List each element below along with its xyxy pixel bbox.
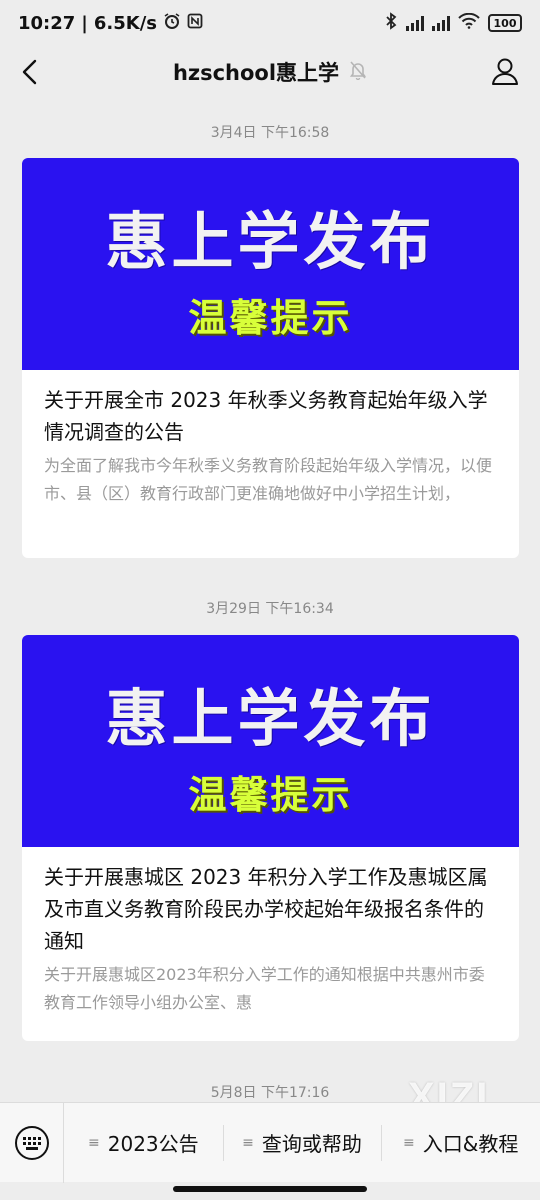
back-button[interactable] [14, 56, 46, 88]
profile-button[interactable] [490, 56, 522, 88]
menu-item-label: 入口&教程 [422, 1132, 519, 1156]
message-timestamp: 3月29日 下午16:34 [206, 601, 334, 617]
status-separator: | [81, 12, 88, 34]
network-speed: 6.5K/s [93, 12, 157, 34]
menu-item-entry-tutorial[interactable]: ≡ 入口&教程 [381, 1103, 540, 1183]
banner-main-text: 惠上学发布 [105, 207, 436, 277]
banner-main-text: 惠上学发布 [105, 684, 436, 754]
nav-title-wrap: hzschool惠上学 [173, 57, 367, 87]
user-icon [492, 58, 518, 85]
status-right: 100 [384, 11, 522, 35]
banner-sub-text: 温馨提示 [188, 774, 353, 817]
article-cover-image: 惠上学发布 温馨提示 [22, 158, 519, 370]
menu-lines-icon: ≡ [88, 1134, 100, 1151]
mute-bell-icon [349, 60, 367, 84]
menu-lines-icon: ≡ [403, 1134, 415, 1151]
menu-item-query-help[interactable]: ≡ 查询或帮助 [222, 1103, 382, 1183]
battery-icon: 100 [488, 14, 522, 32]
nfc-icon [187, 13, 203, 34]
chevron-left-icon [22, 59, 37, 85]
menu-item-label: 查询或帮助 [261, 1132, 362, 1156]
nav-bar: hzschool惠上学 [0, 46, 540, 98]
menu-item-announcement[interactable]: ≡ 2023公告 [64, 1103, 223, 1183]
banner-sub-text: 温馨提示 [188, 297, 353, 340]
menu-lines-icon: ≡ [242, 1134, 254, 1151]
article-title: 关于开展全市 2023 年秋季义务教育起始年级入学情况调查的公告 [44, 388, 488, 444]
signal-icon-2 [432, 15, 450, 31]
page-title: hzschool惠上学 [172, 61, 340, 85]
wifi-icon [458, 12, 480, 34]
article-body: 关于开展惠城区 2023 年积分入学工作及惠城区属及市直义务教育阶段民办学校起始… [22, 847, 519, 1033]
article-card[interactable]: 惠上学发布 温馨提示 关于开展惠城区 2023 年积分入学工作及惠城区属及市直义… [22, 635, 519, 1041]
article-body: 关于开展全市 2023 年秋季义务教育起始年级入学情况调查的公告 为全面了解我市… [22, 370, 519, 524]
bottom-menu: ≡ 2023公告 ≡ 查询或帮助 ≡ 入口&教程 [0, 1102, 540, 1183]
keyboard-toggle-button[interactable] [0, 1102, 64, 1183]
home-indicator[interactable] [173, 1186, 367, 1192]
status-time: 10:27 [18, 12, 76, 34]
article-title: 关于开展惠城区 2023 年积分入学工作及惠城区属及市直义务教育阶段民办学校起始… [44, 865, 488, 953]
status-left: 10:27 | 6.5K/s [18, 12, 203, 35]
status-bar: 10:27 | 6.5K/s 100 [0, 0, 540, 46]
menu-item-label: 2023公告 [107, 1132, 199, 1156]
message-timestamp: 3月4日 下午16:58 [210, 125, 330, 141]
article-cover-image: 惠上学发布 温馨提示 [22, 635, 519, 847]
signal-icon [406, 15, 424, 31]
article-digest: 为全面了解我市今年秋季义务教育阶段起始年级入学情况，以便市、县（区）教育行政部门… [44, 456, 493, 503]
article-digest: 关于开展惠城区2023年积分入学工作的通知根据中共惠州市委教育工作领导小组办公室… [44, 965, 485, 1012]
bluetooth-icon [384, 11, 398, 35]
keyboard-icon [14, 1125, 49, 1160]
article-card[interactable]: 惠上学发布 温馨提示 关于开展全市 2023 年秋季义务教育起始年级入学情况调查… [22, 158, 519, 558]
alarm-icon [163, 12, 181, 35]
